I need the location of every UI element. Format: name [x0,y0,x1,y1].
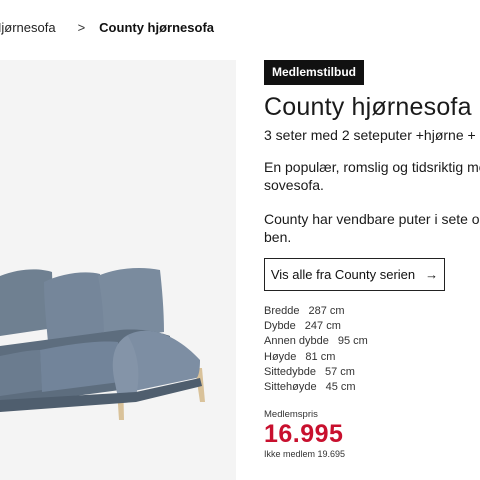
product-description: En populær, romslig og tidsriktig mo sov… [264,158,480,194]
breadcrumb-link-hjornesofa[interactable]: Hjørnesofa [0,20,56,35]
dimension-row: Høyde 81 cm [264,350,368,365]
product-title: County hjørnesofa [264,93,472,121]
dimension-row: Bredde 287 cm [264,304,368,319]
arrow-right-icon: → [425,267,439,282]
dimension-label: Sittehøyde [264,381,317,394]
dimension-value: 287 cm [308,305,345,317]
regular-price: Ikke medlem 19.695 [264,449,346,459]
dimension-value: 247 cm [304,320,341,333]
description-line: sovesofa. [264,177,324,193]
dimension-value: 95 cm [337,335,368,348]
dimension-value: 45 cm [325,381,356,394]
member-price-label: Medlemspris [264,409,318,420]
dimension-row: Dybde 247 cm [264,319,368,334]
sofa-seat-cushion [0,350,42,396]
dimension-row: Annen dybde 95 cm [264,334,368,349]
description-line: ben. [264,229,292,245]
product-image[interactable] [0,60,236,480]
dimension-label: Høyde [264,350,297,363]
dimension-row: Sittehøyde 45 cm [264,380,368,395]
breadcrumb-current: County hjørnesofa [99,19,215,35]
view-series-button[interactable]: Vis alle fra County serien → [264,258,445,291]
description-line: County har vendbare puter i sete og [264,211,480,227]
dimension-row: Sittedybde 57 cm [264,365,368,380]
product-subtitle: 3 seter med 2 seteputer +hjørne + 2 [264,127,480,143]
view-series-label: Vis alle fra County serien [270,267,416,282]
description-line: En populær, romslig og tidsriktig mo [264,159,480,175]
dimension-value: 57 cm [324,365,355,378]
dimension-label: Bredde [264,305,300,317]
dimension-label: Dybde [264,320,296,333]
dimension-value: 81 cm [305,350,336,363]
member-offer-badge: Medlemstilbud [264,60,365,85]
member-price: 16.995 [264,420,344,448]
price-block: Medlemspris 16.995 Ikke medlem 19.695 [264,409,345,459]
sofa-back-cushion [98,268,164,340]
sofa-back-cushion [44,272,106,342]
dimension-label: Annen dybde [264,335,329,348]
dimension-label: Sittedybde [264,365,316,378]
breadcrumb: Hjørnesofa > County hjørnesofa [0,18,214,36]
product-info: Medlemstilbud County hjørnesofa 3 seter … [264,60,480,246]
sofa-illustration [0,268,205,420]
product-description-secondary: County har vendbare puter i sete og ben. [264,210,480,246]
chevron-right-icon: > [77,19,86,35]
dimensions-list: Bredde 287 cm Dybde 247 cm Annen dybde 95 c… [264,304,368,395]
